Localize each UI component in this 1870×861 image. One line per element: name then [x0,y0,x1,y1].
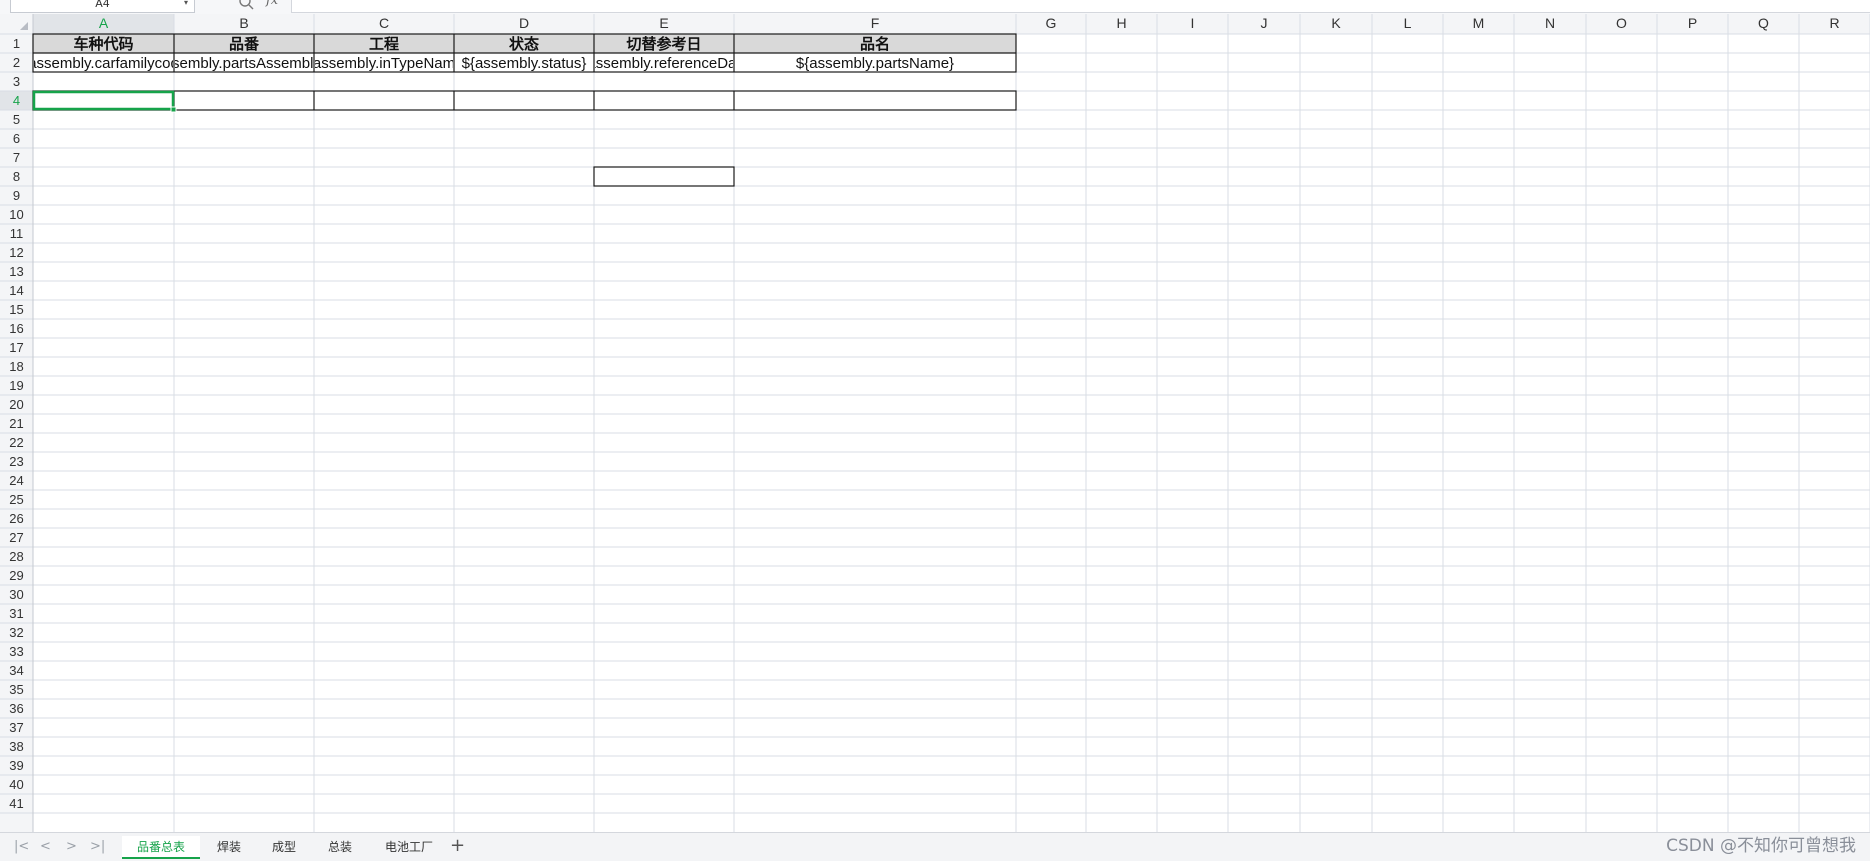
row-header-9[interactable]: 9 [13,188,20,203]
sheet-tab-assembly[interactable]: 总装 [314,836,366,858]
header-cell-F[interactable]: 品名 [860,35,890,53]
prev-sheet-icon[interactable]: < [40,839,51,854]
row-header-25[interactable]: 25 [9,492,23,507]
row-header-18[interactable]: 18 [9,359,23,374]
formula-bar: A4 ▾ fx [0,0,1870,15]
column-header-bar [0,14,1870,34]
column-header-N[interactable]: N [1545,15,1555,31]
selected-cell[interactable] [32,90,175,111]
column-header-L[interactable]: L [1404,15,1412,31]
fill-handle[interactable] [170,106,177,113]
row-header-7[interactable]: 7 [13,150,20,165]
sheet-tab-bar: |< < > >| 品番总表 焊装 成型 总装 电池工厂 + [0,832,1870,861]
row-header-16[interactable]: 16 [9,321,23,336]
column-header-Q[interactable]: Q [1758,15,1769,31]
column-header-D[interactable]: D [519,15,529,31]
sheet-tab-molding[interactable]: 成型 [258,836,310,858]
row-header-20[interactable]: 20 [9,397,23,412]
column-header-P[interactable]: P [1688,15,1697,31]
row-header-3[interactable]: 3 [13,74,20,89]
data-cell-B[interactable]: ${assembly.partsAssemblyNo} [143,55,345,72]
row-header-34[interactable]: 34 [9,663,23,678]
add-sheet-button[interactable]: + [450,835,465,856]
name-box[interactable]: A4 [10,0,195,13]
next-sheet-icon[interactable]: > [66,839,77,854]
column-header-G[interactable]: G [1046,15,1057,31]
row-header-31[interactable]: 31 [9,606,23,621]
fx-label: fx [266,0,279,8]
column-header-O[interactable]: O [1616,15,1627,31]
last-sheet-icon[interactable]: >| [90,839,105,854]
row-header-22[interactable]: 22 [9,435,23,450]
row-header-2[interactable]: 2 [13,55,20,70]
column-header-F[interactable]: F [871,15,880,31]
row-header-40[interactable]: 40 [9,777,23,792]
row-header-1[interactable]: 1 [13,36,20,51]
row-header-21[interactable]: 21 [9,416,23,431]
row-header-28[interactable]: 28 [9,549,23,564]
table-border [32,90,1017,111]
column-header-E[interactable]: E [659,15,668,31]
header-cell-B[interactable]: 品番 [229,35,260,53]
row-header-30[interactable]: 30 [9,587,23,602]
data-cell-E[interactable]: ${assembly.referenceDate} [574,55,754,72]
sheet-tab-parts-master[interactable]: 品番总表 [122,836,200,859]
row-header-12[interactable]: 12 [9,245,23,260]
header-cell-E[interactable]: 切替参考日 [626,35,701,53]
row-header-29[interactable]: 29 [9,568,23,583]
row-header-32[interactable]: 32 [9,625,23,640]
row-header-27[interactable]: 27 [9,530,23,545]
row-header-36[interactable]: 36 [9,701,23,716]
row-header-17[interactable]: 17 [9,340,23,355]
row-header-35[interactable]: 35 [9,682,23,697]
row-header-4[interactable]: 4 [13,93,20,108]
data-cell-A[interactable]: ${assembly.carfamilycode} [15,55,192,72]
row-header-37[interactable]: 37 [9,720,23,735]
data-cell-F[interactable]: ${assembly.partsName} [796,55,954,72]
bordered-cell-E8[interactable] [593,166,735,187]
row-header-39[interactable]: 39 [9,758,23,773]
row-header-8[interactable]: 8 [13,169,20,184]
column-header-K[interactable]: K [1331,15,1341,31]
column-header-R[interactable]: R [1829,15,1839,31]
column-header-I[interactable]: I [1191,15,1195,31]
row-header-23[interactable]: 23 [9,454,23,469]
row-header-19[interactable]: 19 [9,378,23,393]
column-header-B[interactable]: B [239,15,248,31]
header-cell-C[interactable]: 工程 [369,35,399,53]
chevron-down-icon[interactable]: ▾ [184,0,188,7]
first-sheet-icon[interactable]: |< [14,839,29,854]
header-cell-A[interactable]: 车种代码 [73,35,133,53]
data-cell-C[interactable]: ${assembly.inTypeName} [300,55,469,72]
column-header-A[interactable]: A [99,15,109,31]
row-header-24[interactable]: 24 [9,473,23,488]
row-header-41[interactable]: 41 [9,796,23,811]
column-header-M[interactable]: M [1473,15,1485,31]
row-header-10[interactable]: 10 [9,207,23,222]
formula-input[interactable] [291,0,1870,13]
row-header-5[interactable]: 5 [13,112,20,127]
row-header-26[interactable]: 26 [9,511,23,526]
column-header-H[interactable]: H [1116,15,1126,31]
row-header-11[interactable]: 11 [10,226,24,241]
row-header-14[interactable]: 14 [9,283,23,298]
row-header-13[interactable]: 13 [9,264,23,279]
search-icon[interactable] [238,0,256,12]
cell-grid[interactable]: A B C D E F G H I J K L M N O P Q R1234567891011121314151… [0,14,1870,832]
header-cell-D[interactable]: 状态 [509,35,539,53]
data-cell-D[interactable]: ${assembly.status} [462,55,587,72]
spreadsheet-grid[interactable]: A B C D E F G H I J K L M N O P Q R 1 2 3 4 5 6 7 8 9 10 11 12 13 14 15 1… [0,14,1870,832]
sheet-tab-welding[interactable]: 焊装 [204,836,254,858]
watermark: CSDN @不知你可曾想我 [1666,836,1856,856]
row-header-33[interactable]: 33 [9,644,23,659]
column-header-C[interactable]: C [379,15,389,31]
sheet-tab-battery-factory[interactable]: 电池工厂 [372,836,446,858]
row-header-38[interactable]: 38 [9,739,23,754]
column-header-J[interactable]: J [1261,15,1268,31]
row-header-6[interactable]: 6 [13,131,20,146]
row-header-15[interactable]: 15 [9,302,23,317]
